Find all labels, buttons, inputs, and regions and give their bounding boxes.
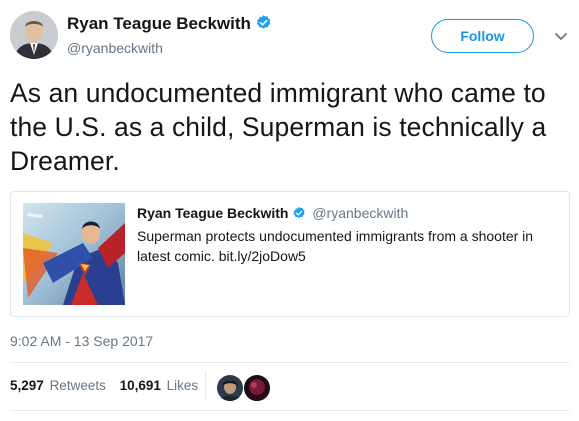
quoted-tweet-image[interactable] bbox=[23, 203, 125, 305]
author-avatar[interactable] bbox=[10, 11, 58, 59]
tweet-stats: 5,297 Retweets 10,691 Likes bbox=[10, 378, 208, 393]
chevron-down-icon[interactable] bbox=[553, 28, 569, 44]
divider bbox=[10, 362, 570, 363]
stats-separator bbox=[205, 371, 206, 401]
liker-avatar[interactable] bbox=[216, 374, 244, 402]
retweets-label: Retweets bbox=[49, 378, 106, 393]
verified-badge-icon bbox=[255, 14, 272, 36]
quoted-tweet-author-name[interactable]: Ryan Teague Beckwith bbox=[137, 205, 288, 221]
author-handle[interactable]: @ryanbeckwith bbox=[67, 40, 163, 56]
likes-label: Likes bbox=[166, 378, 199, 393]
quoted-tweet-author-row[interactable]: Ryan Teague Beckwith @ryanbeckwith bbox=[137, 205, 408, 223]
tweet-timestamp[interactable]: 9:02 AM - 13 Sep 2017 bbox=[10, 333, 153, 349]
retweets-stat[interactable]: 5,297 Retweets bbox=[10, 378, 106, 393]
likes-count: 10,691 bbox=[119, 378, 161, 393]
liker-avatar[interactable] bbox=[243, 374, 271, 402]
likes-stat[interactable]: 10,691 Likes bbox=[120, 378, 199, 393]
author-name-row[interactable]: Ryan Teague Beckwith bbox=[67, 14, 272, 36]
author-name[interactable]: Ryan Teague Beckwith bbox=[67, 14, 251, 33]
retweets-count: 5,297 bbox=[10, 378, 44, 393]
verified-badge-icon bbox=[292, 206, 306, 223]
follow-button[interactable]: Follow bbox=[431, 19, 534, 53]
quoted-tweet-text: Superman protects undocumented immigrant… bbox=[137, 228, 534, 264]
tweet-text: As an undocumented immigrant who came to… bbox=[10, 78, 547, 176]
quoted-tweet-author-handle[interactable]: @ryanbeckwith bbox=[312, 205, 408, 221]
divider bbox=[10, 410, 570, 411]
